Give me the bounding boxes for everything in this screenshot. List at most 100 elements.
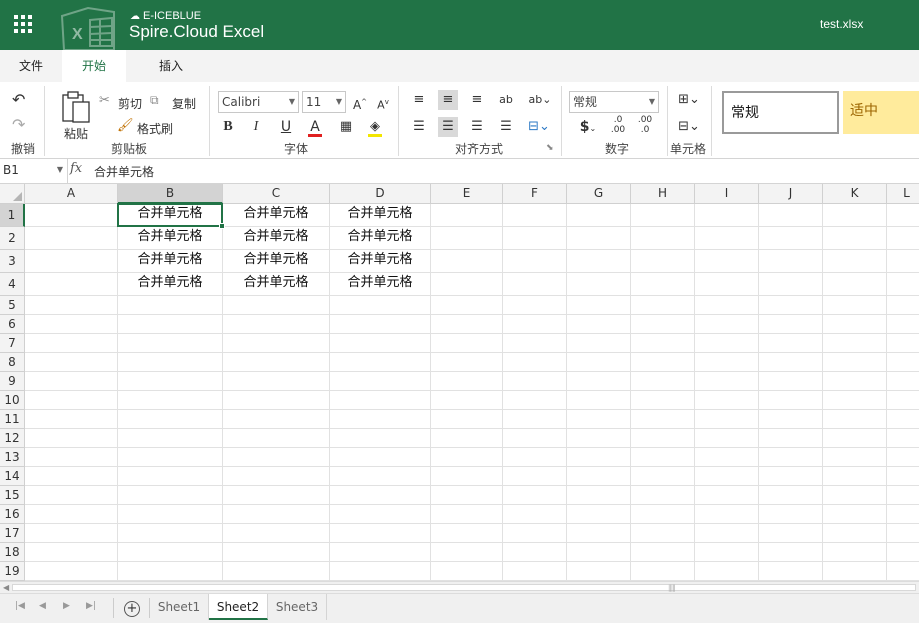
- delete-cells-icon[interactable]: ⊟⌄: [676, 117, 702, 137]
- font-color-icon[interactable]: A: [305, 117, 325, 137]
- cell-b4[interactable]: 合并单元格: [118, 273, 222, 295]
- italic-icon[interactable]: I: [246, 117, 266, 137]
- row-header-13[interactable]: 13: [0, 448, 25, 467]
- row-header-16[interactable]: 16: [0, 505, 25, 524]
- cut-button[interactable]: 剪切: [118, 95, 142, 112]
- column-header-b[interactable]: B: [118, 184, 223, 204]
- function-icon[interactable]: fx: [70, 161, 82, 176]
- column-header-l[interactable]: L: [887, 184, 919, 204]
- column-header-d[interactable]: D: [330, 184, 431, 204]
- style-neutral[interactable]: 适中: [843, 91, 919, 134]
- prev-sheet-icon[interactable]: ◀: [39, 601, 46, 611]
- font-size-select[interactable]: 11 ▼: [302, 91, 346, 113]
- name-box[interactable]: B1 ▼: [0, 159, 68, 183]
- cell-c4[interactable]: 合并单元格: [223, 273, 329, 295]
- select-all-corner[interactable]: [0, 184, 25, 204]
- increase-font-icon[interactable]: A^: [350, 92, 370, 112]
- align-top-icon[interactable]: ≡: [409, 90, 429, 110]
- cell-d2[interactable]: 合并单元格: [330, 227, 430, 249]
- column-header-a[interactable]: A: [25, 184, 118, 204]
- row-header-1[interactable]: 1: [0, 204, 25, 227]
- spreadsheet-grid[interactable]: A B C D E F G H I J K L 1 2 3 4 5 6 7 8 9 10 11 12 13 14 15 16 17 18 1…: [0, 184, 919, 581]
- currency-icon[interactable]: $⌄: [575, 117, 601, 137]
- orientation-icon[interactable]: ab⌄: [527, 90, 553, 110]
- align-right-icon[interactable]: ☰: [467, 117, 487, 137]
- justify-icon[interactable]: ☰: [496, 117, 516, 137]
- row-header-5[interactable]: 5: [0, 296, 25, 315]
- paste-icon[interactable]: [60, 90, 92, 124]
- bold-icon[interactable]: B: [218, 117, 238, 137]
- tab-home[interactable]: 开始: [62, 50, 126, 82]
- row-header-2[interactable]: 2: [0, 227, 25, 250]
- insert-cells-icon[interactable]: ⊞⌄: [676, 90, 702, 110]
- row-header-14[interactable]: 14: [0, 467, 25, 486]
- first-sheet-icon[interactable]: |◀: [15, 601, 25, 611]
- formula-input[interactable]: 合并单元格: [94, 163, 154, 180]
- underline-icon[interactable]: U: [276, 117, 296, 137]
- row-header-3[interactable]: 3: [0, 250, 25, 273]
- sheet-tab-sheet3[interactable]: Sheet3: [268, 594, 327, 620]
- copy-icon[interactable]: ⧉: [150, 93, 159, 108]
- dialog-launcher-icon[interactable]: ⬊: [546, 143, 554, 153]
- align-left-icon[interactable]: ☰: [409, 117, 429, 137]
- row-header-18[interactable]: 18: [0, 543, 25, 562]
- scrollbar-thumb[interactable]: [12, 584, 916, 591]
- column-header-c[interactable]: C: [223, 184, 330, 204]
- scroll-left-icon[interactable]: ◀: [3, 582, 9, 593]
- borders-icon[interactable]: ▦: [336, 117, 356, 137]
- cell-d3[interactable]: 合并单元格: [330, 250, 430, 272]
- tab-file[interactable]: 文件: [0, 50, 62, 82]
- row-header-8[interactable]: 8: [0, 353, 25, 372]
- paste-button[interactable]: 粘贴: [64, 125, 88, 142]
- horizontal-scrollbar[interactable]: ◀ |||||: [0, 581, 919, 593]
- merge-cells-icon[interactable]: ⊟⌄: [525, 117, 553, 137]
- row-header-11[interactable]: 11: [0, 410, 25, 429]
- row-header-17[interactable]: 17: [0, 524, 25, 543]
- align-center-icon[interactable]: ☰: [438, 117, 458, 137]
- sheet-tab-sheet2[interactable]: Sheet2: [209, 594, 268, 620]
- row-header-6[interactable]: 6: [0, 315, 25, 334]
- document-filename[interactable]: test.xlsx: [820, 17, 863, 31]
- cell-d1[interactable]: 合并单元格: [330, 204, 430, 226]
- fill-color-icon[interactable]: ◈: [365, 117, 385, 137]
- cell-c3[interactable]: 合并单元格: [223, 250, 329, 272]
- wrap-text-icon[interactable]: ab: [496, 90, 516, 110]
- align-middle-icon[interactable]: ≡: [438, 90, 458, 110]
- increase-decimal-icon[interactable]: .0.00: [608, 115, 628, 135]
- row-header-19[interactable]: 19: [0, 562, 25, 581]
- format-painter-button[interactable]: 格式刷: [137, 120, 173, 137]
- fill-handle[interactable]: [219, 223, 225, 229]
- decrease-decimal-icon[interactable]: .00.0: [635, 115, 655, 135]
- column-header-g[interactable]: G: [567, 184, 631, 204]
- align-bottom-icon[interactable]: ≡: [467, 90, 487, 110]
- tab-insert[interactable]: 插入: [140, 50, 202, 82]
- column-header-i[interactable]: I: [695, 184, 759, 204]
- undo-icon[interactable]: ↶: [12, 90, 25, 109]
- cell-c2[interactable]: 合并单元格: [223, 227, 329, 249]
- cell-b2[interactable]: 合并单元格: [118, 227, 222, 249]
- copy-button[interactable]: 复制: [172, 95, 196, 112]
- column-header-e[interactable]: E: [431, 184, 503, 204]
- sheet-tab-sheet1[interactable]: Sheet1: [150, 594, 209, 620]
- decrease-font-icon[interactable]: Av: [373, 92, 393, 112]
- scissors-icon[interactable]: ✂: [99, 93, 110, 108]
- column-header-k[interactable]: K: [823, 184, 887, 204]
- row-header-10[interactable]: 10: [0, 391, 25, 410]
- app-launcher-icon[interactable]: [14, 15, 34, 35]
- column-header-h[interactable]: H: [631, 184, 695, 204]
- row-header-9[interactable]: 9: [0, 372, 25, 391]
- next-sheet-icon[interactable]: ▶: [63, 601, 70, 611]
- add-sheet-icon[interactable]: +: [124, 601, 140, 617]
- row-header-7[interactable]: 7: [0, 334, 25, 353]
- row-header-4[interactable]: 4: [0, 273, 25, 296]
- redo-icon[interactable]: ↷: [12, 115, 25, 134]
- cell-d4[interactable]: 合并单元格: [330, 273, 430, 295]
- format-painter-icon[interactable]: 🖌: [117, 118, 134, 133]
- column-header-f[interactable]: F: [503, 184, 567, 204]
- style-normal[interactable]: 常规: [722, 91, 839, 134]
- cell-b3[interactable]: 合并单元格: [118, 250, 222, 272]
- font-name-select[interactable]: Calibri ▼: [218, 91, 299, 113]
- cell-c1[interactable]: 合并单元格: [223, 204, 329, 226]
- column-header-j[interactable]: J: [759, 184, 823, 204]
- row-header-12[interactable]: 12: [0, 429, 25, 448]
